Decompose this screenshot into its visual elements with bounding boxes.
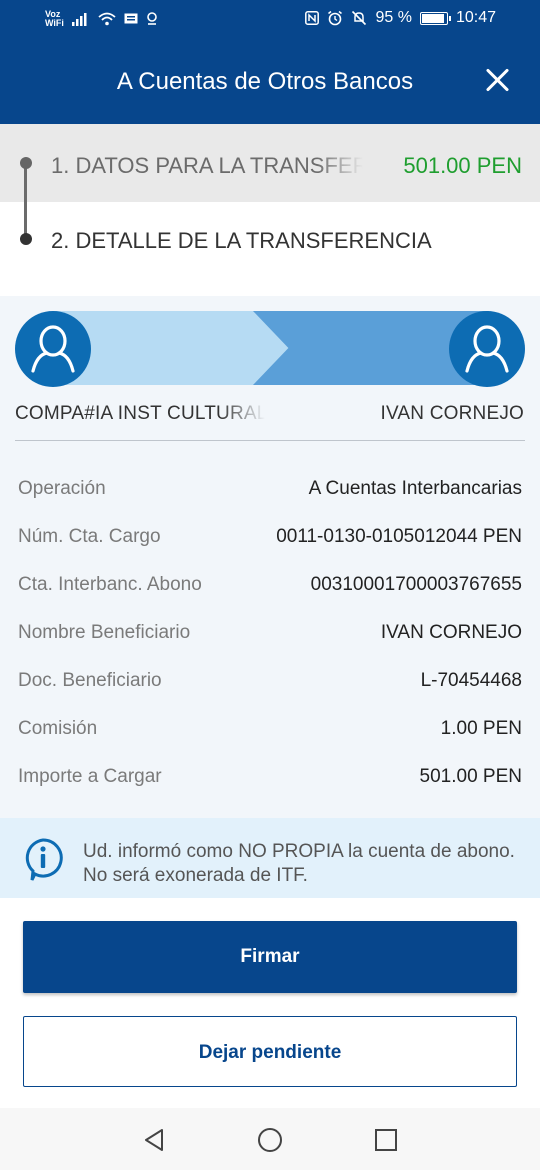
location-icon	[147, 12, 157, 25]
detail-key: Núm. Cta. Cargo	[18, 526, 161, 547]
step-detalle: 2. DETALLE DE LA TRANSFERENCIA	[0, 202, 540, 296]
detail-key: Comisión	[18, 718, 98, 739]
battery-percent: 95 %	[375, 9, 412, 26]
carrier-label: Voz WiFi	[45, 9, 64, 28]
wifi-icon	[98, 12, 116, 26]
detail-value: IVAN CORNEJO	[380, 622, 522, 643]
status-bar: Voz WiFi 95 % 10:47	[0, 0, 540, 40]
mute-icon	[352, 10, 367, 26]
detail-key: Operación	[18, 478, 106, 499]
detail-value: 501.00 PEN	[419, 766, 522, 787]
transfer-detail-panel: COMPA#IA INST CULTURAL IVAN CORNEJO Oper…	[0, 296, 540, 818]
close-icon[interactable]	[484, 66, 512, 94]
detail-value: A Cuentas Interbancarias	[308, 478, 522, 499]
detail-row-cta-cargo: Núm. Cta. Cargo 0011-0130-0105012044 PEN	[0, 522, 540, 570]
back-icon[interactable]	[140, 1126, 168, 1154]
receiver-name: IVAN CORNEJO	[380, 403, 524, 424]
page-title: A Cuentas de Otros Bancos	[116, 68, 414, 95]
detail-row-beneficiario: Nombre Beneficiario IVAN CORNEJO	[0, 618, 540, 666]
detail-list: Operación A Cuentas Interbancarias Núm. …	[0, 474, 540, 810]
step-datos[interactable]: 1. DATOS PARA LA TRANSFERENCIA 501.00 PE…	[0, 124, 540, 202]
detail-key: Doc. Beneficiario	[18, 670, 162, 691]
step-2-label: 2. DETALLE DE LA TRANSFERENCIA	[51, 228, 432, 253]
app-header: Voz WiFi 95 % 10:47 A Cuentas de Otros B…	[0, 0, 540, 124]
step-2-dot	[19, 233, 32, 245]
step-1-dot	[19, 157, 32, 169]
home-icon[interactable]	[256, 1126, 284, 1154]
step-1-amount: 501.00 PEN	[403, 153, 522, 178]
detail-key: Importe a Cargar	[18, 766, 162, 787]
step-1-label: 1. DATOS PARA LA TRANSFERENCIA	[51, 153, 363, 178]
sender-name: COMPA#IA INST CULTURAL	[15, 403, 265, 424]
detail-key: Nombre Beneficiario	[18, 622, 191, 643]
detail-value: 0011-0130-0105012044 PEN	[276, 526, 522, 547]
detail-row-operacion: Operación A Cuentas Interbancarias	[0, 474, 540, 522]
nfc-icon	[305, 11, 320, 25]
firmar-button[interactable]: Firmar	[23, 921, 517, 993]
alarm-icon	[328, 10, 343, 26]
info-icon	[25, 838, 63, 881]
battery-level	[421, 13, 444, 23]
stepper-line	[24, 162, 27, 240]
detail-key: Cta. Interbanc. Abono	[18, 574, 202, 595]
system-nav-bar	[0, 1108, 540, 1170]
battery-icon	[419, 11, 451, 25]
detail-value: 00310001700003767655	[310, 574, 522, 595]
detail-row-cta-abono: Cta. Interbanc. Abono 003100017000037676…	[0, 570, 540, 618]
divider	[15, 440, 525, 441]
detail-row-doc: Doc. Beneficiario L-70454468	[0, 666, 540, 714]
detail-row-importe: Importe a Cargar 501.00 PEN	[0, 762, 540, 810]
message-icon	[124, 13, 138, 23]
dejar-pendiente-button[interactable]: Dejar pendiente	[23, 1016, 517, 1087]
notice-text: Ud. informó como NO PROPIA la cuenta de …	[83, 841, 515, 886]
sender-avatar-icon	[15, 311, 91, 387]
detail-row-comision: Comisión 1.00 PEN	[0, 714, 540, 762]
detail-value: L-70454468	[420, 670, 522, 691]
itf-notice: Ud. informó como NO PROPIA la cuenta de …	[0, 818, 540, 898]
transfer-banner	[15, 311, 525, 387]
clock: 10:47	[455, 9, 496, 26]
signal-icon	[71, 13, 87, 26]
receiver-avatar-icon	[449, 311, 525, 387]
detail-value: 1.00 PEN	[440, 718, 522, 739]
recents-icon[interactable]	[372, 1126, 400, 1154]
